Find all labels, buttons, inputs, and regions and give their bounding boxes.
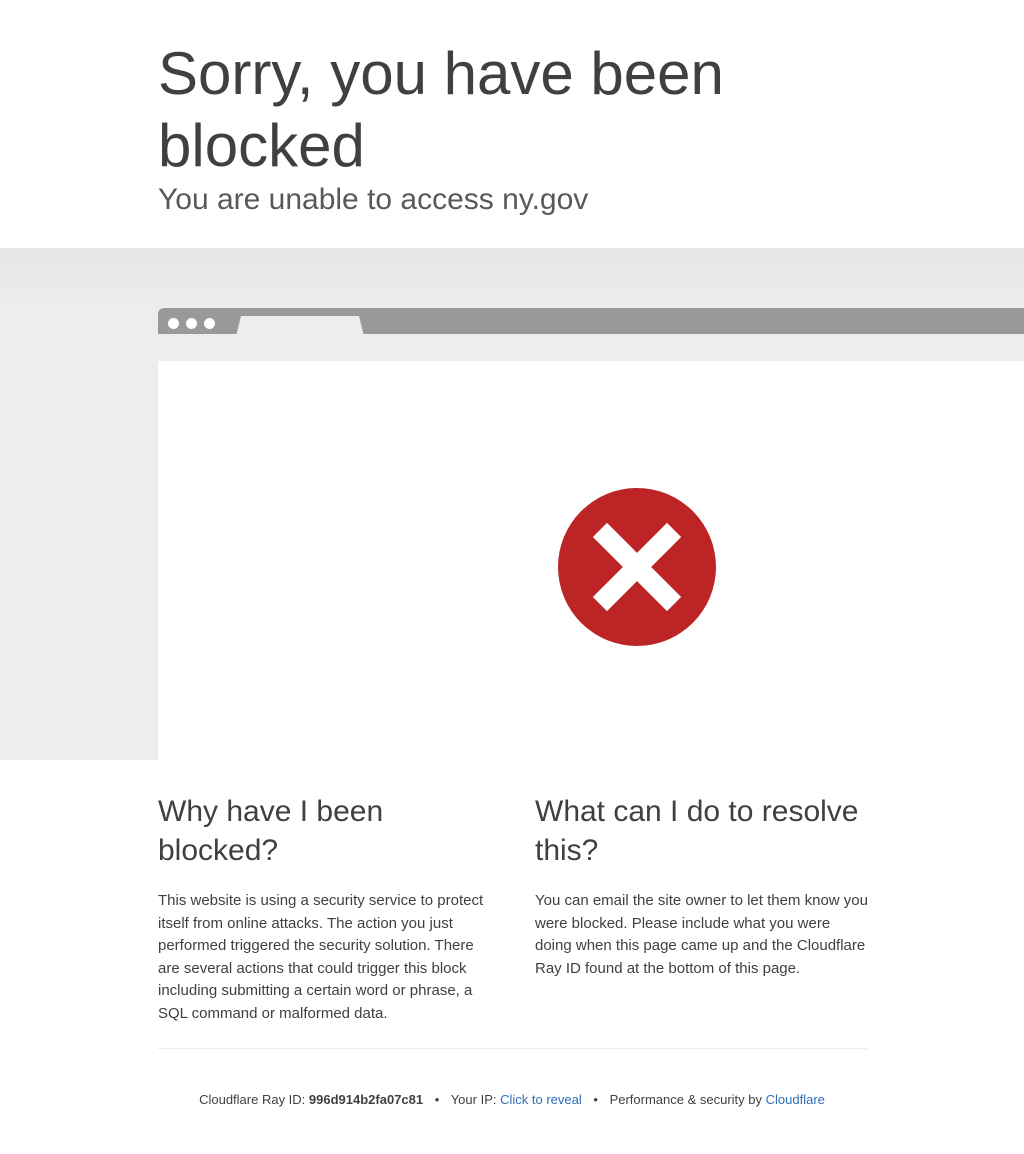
- resolve-heading: What can I do to resolve this?: [535, 795, 859, 867]
- header: Sorry, you have been blocked You are una…: [0, 0, 1024, 248]
- ip-label: Your IP:: [450, 1092, 497, 1107]
- error-x-icon: [558, 488, 716, 646]
- window-dot-icon: [186, 318, 197, 329]
- resolve-section: What can I do to resolve this? You can e…: [535, 792, 869, 980]
- reveal-ip-link[interactable]: Click to reveal: [500, 1092, 582, 1107]
- resolve-text: You can email the site owner to let them…: [535, 892, 868, 977]
- ray-id-value: 996d914b2fa07c81: [308, 1092, 424, 1107]
- performance-label: Performance & security by: [609, 1092, 763, 1107]
- footer: Cloudflare Ray ID: 996d914b2fa07c81 • Yo…: [0, 1091, 1024, 1109]
- why-blocked-text: This website is using a security service…: [158, 892, 484, 1022]
- ray-id-label: Cloudflare Ray ID:: [199, 1092, 306, 1107]
- browser-illustration-strip: [158, 334, 1024, 360]
- window-dot-icon: [168, 318, 179, 329]
- footer-separator: •: [434, 1092, 440, 1107]
- browser-illustration-tab: [236, 316, 364, 336]
- why-blocked-section: Why have I been blocked? This website is…: [158, 792, 492, 1025]
- why-blocked-heading: Why have I been blocked?: [158, 795, 384, 867]
- page-title: Sorry, you have been blocked: [158, 40, 724, 179]
- footer-divider: [158, 1048, 867, 1049]
- footer-separator: •: [593, 1092, 598, 1107]
- page-subtitle: You are unable to access ny.gov: [158, 183, 589, 216]
- cloudflare-link[interactable]: Cloudflare: [766, 1092, 825, 1107]
- window-dot-icon: [204, 318, 215, 329]
